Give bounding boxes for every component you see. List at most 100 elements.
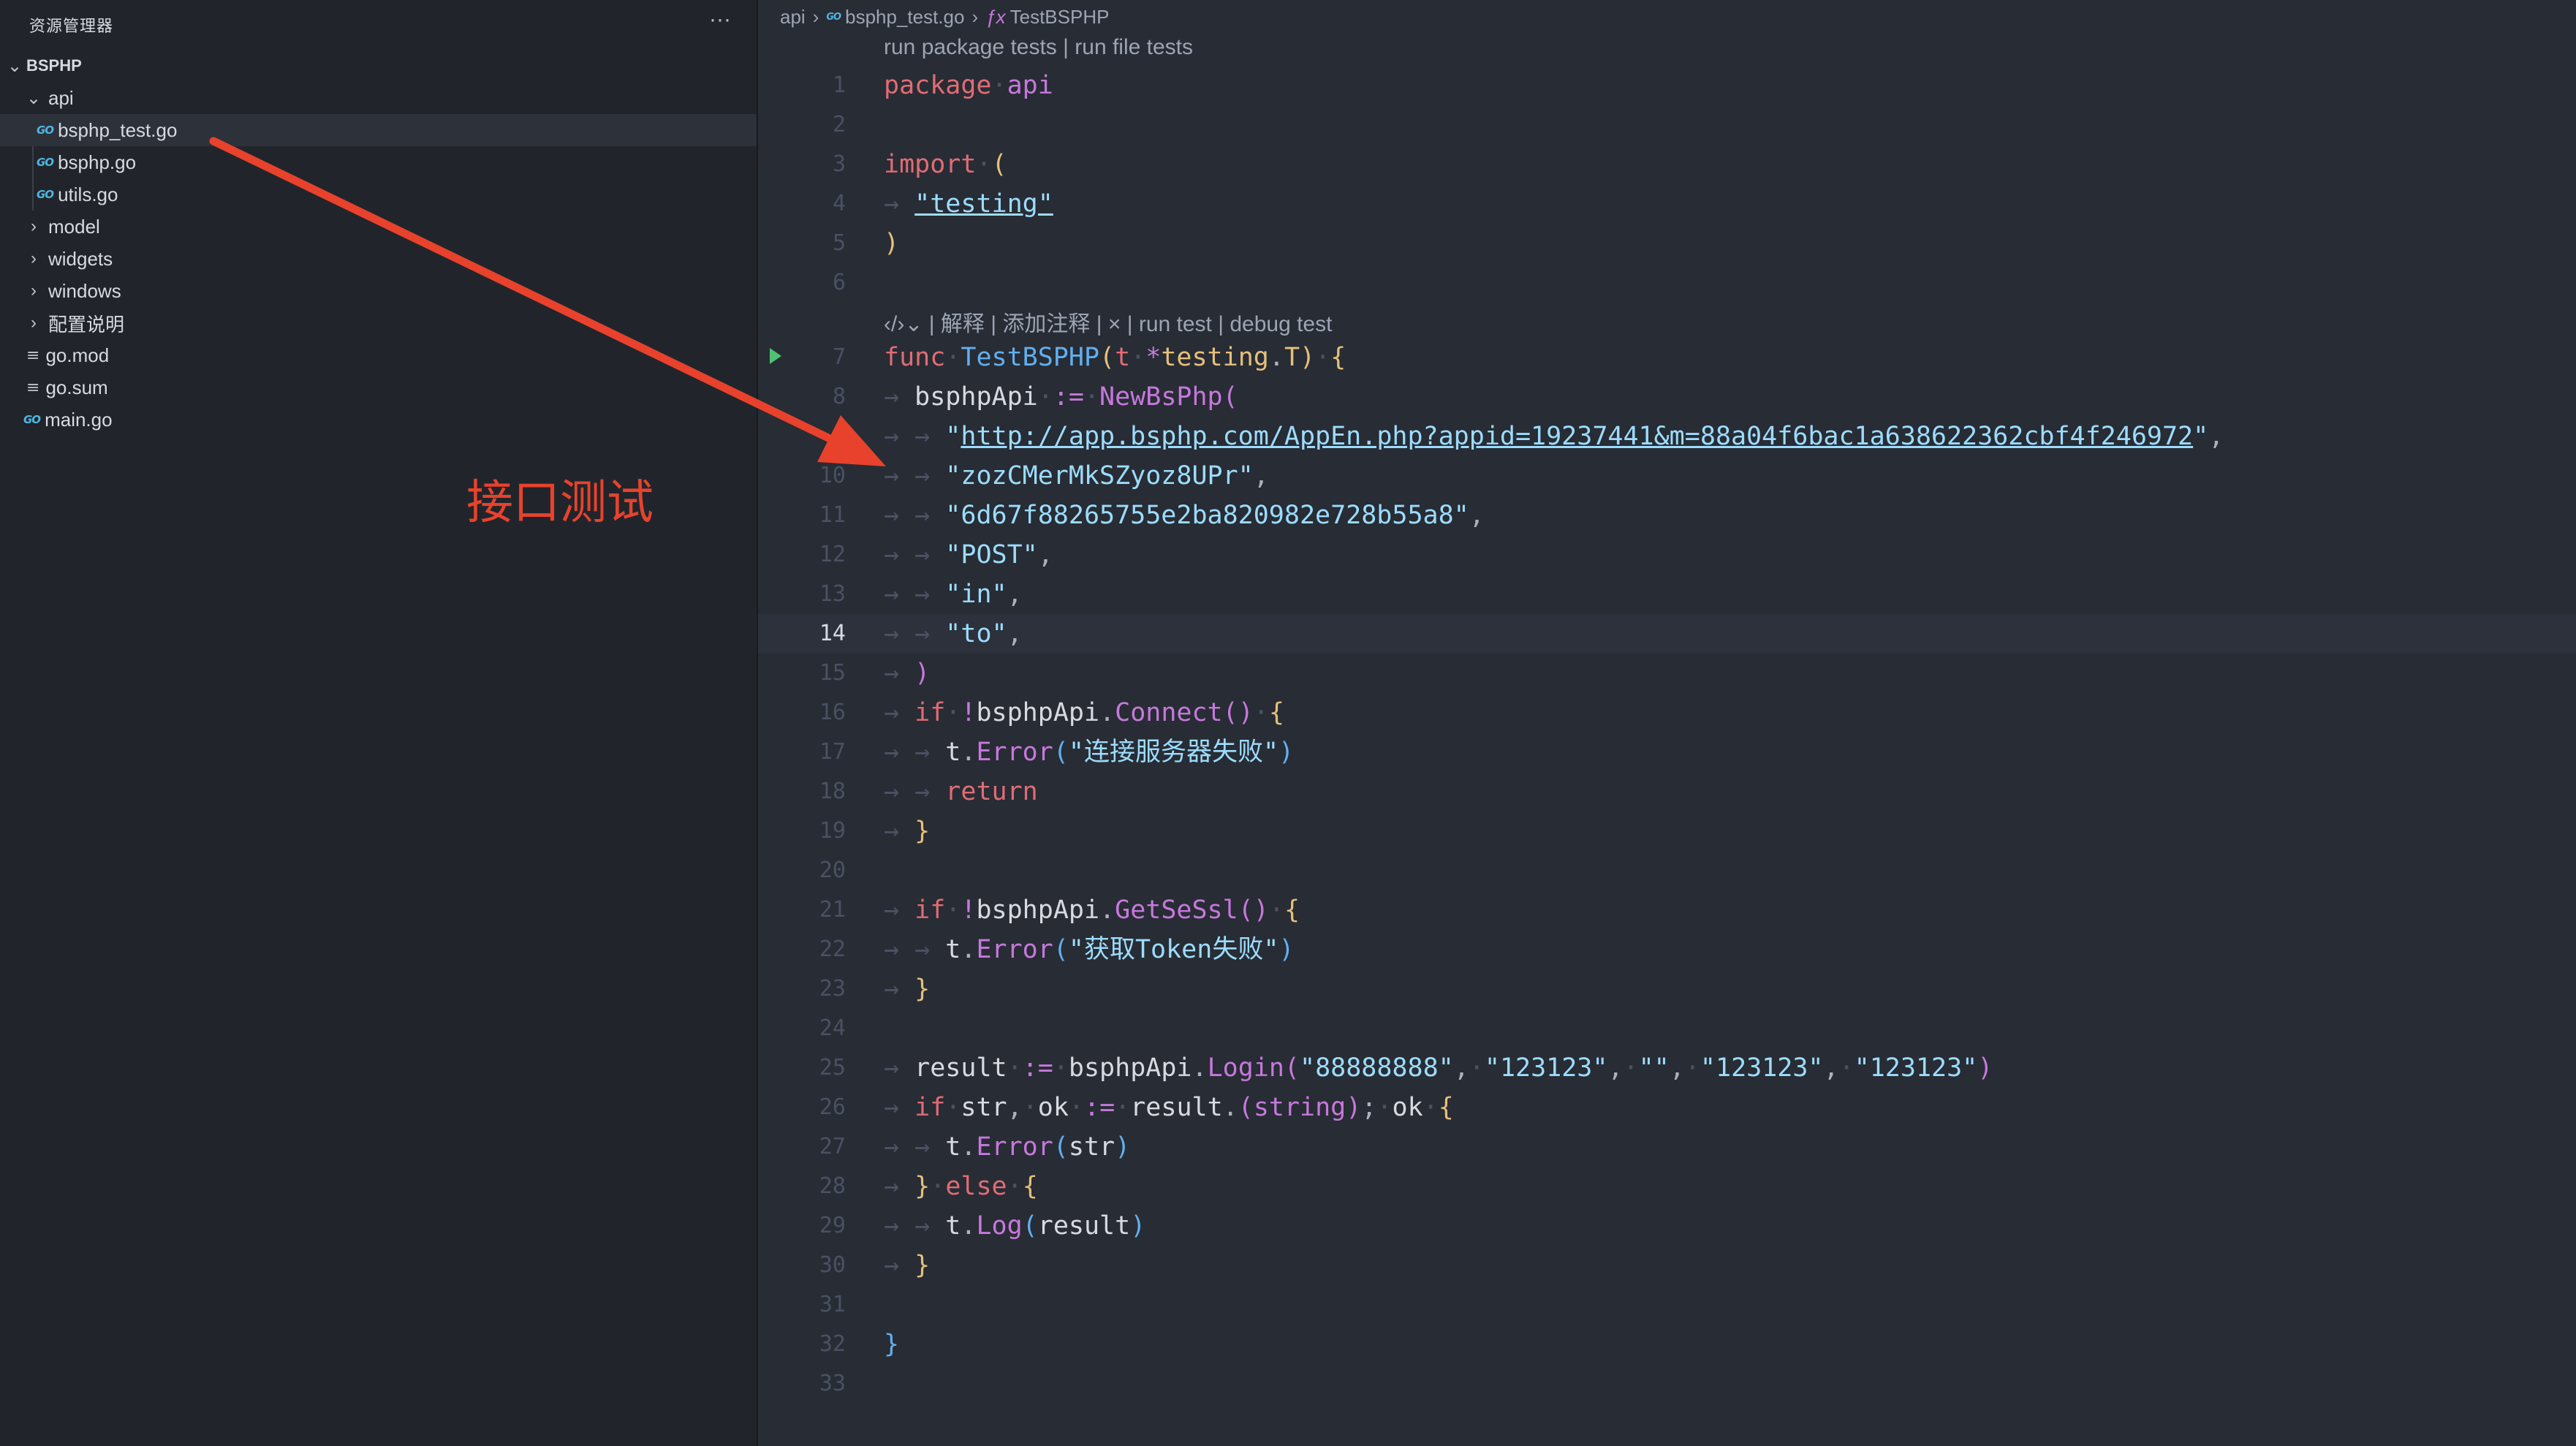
breadcrumb-item[interactable]: bsphp_test.go — [845, 6, 964, 29]
function-icon: ƒx — [985, 5, 1006, 28]
tree-folder-config-notes[interactable]: › 配置说明 — [0, 307, 757, 339]
code-line: 6 — [758, 263, 2576, 303]
chevron-right-icon: › — [31, 281, 37, 300]
code-text: package·api — [884, 71, 1053, 100]
code-line: 33 — [758, 1364, 2576, 1404]
tree-folder-widgets[interactable]: › widgets — [0, 243, 757, 275]
tree-file-bsphp-go[interactable]: GO bsphp.go — [0, 146, 757, 178]
code-text: → → "6d67f88265755e2ba820982e728b55a8", — [884, 501, 1485, 530]
line-number: 19 — [819, 818, 846, 844]
code-line: 26 → if·str,·ok·:=·result.(string);·ok·{ — [758, 1088, 2576, 1127]
code-text: → → return — [884, 777, 1038, 806]
code-text: → → "to", — [884, 619, 1023, 648]
code-text: → → "http://app.bsphp.com/AppEn.php?appi… — [884, 422, 2224, 451]
line-number: 14 — [819, 621, 846, 646]
code-text: → "testing" — [884, 189, 1053, 219]
line-number: 12 — [819, 542, 846, 567]
tree-item-label: main.go — [45, 408, 113, 431]
breadcrumb-item[interactable]: TestBSPHP — [1010, 6, 1110, 29]
go-file-icon: GO — [37, 156, 54, 169]
code-line: 5 ) — [758, 224, 2576, 263]
code-line: 23 → } — [758, 969, 2576, 1009]
breadcrumb-item[interactable]: api — [780, 6, 806, 29]
code-text: → → "in", — [884, 580, 1023, 609]
line-number: 18 — [819, 779, 846, 804]
line-number: 30 — [819, 1252, 846, 1278]
code-line: 16 → if·!bsphpApi.Connect()·{ — [758, 693, 2576, 733]
code-line: 7 func·TestBSPHP(t·*testing.T)·{ — [758, 338, 2576, 377]
tree-file-go-mod[interactable]: ≡ go.mod — [0, 339, 757, 371]
go-file-icon: GO — [23, 413, 41, 426]
code-line: 8 → bsphpApi·:=·NewBsPhp( — [758, 377, 2576, 417]
code-line: 15 → ) — [758, 654, 2576, 693]
chevron-right-icon: › — [971, 5, 979, 28]
file-lines-icon: ≡ — [26, 346, 40, 365]
code-text: → → "POST", — [884, 540, 1053, 569]
code-line: 9 → → "http://app.bsphp.com/AppEn.php?ap… — [758, 417, 2576, 456]
code-text: → ) — [884, 659, 931, 688]
code-text: → → t.Error("连接服务器失败") — [884, 738, 1295, 767]
chevron-right-icon: › — [31, 249, 37, 268]
codelens-run-test[interactable]: ‹/›⌄ | 解释 | 添加注释 | × | run test | debug … — [884, 306, 1332, 338]
tree-item-label: bsphp.go — [58, 151, 137, 173]
tree-item-label: api — [48, 86, 74, 109]
code-line: 31 — [758, 1285, 2576, 1325]
line-number: 10 — [819, 463, 846, 488]
tree-file-utils-go[interactable]: GO utils.go — [0, 178, 757, 211]
code-text: → → t.Error(str) — [884, 1132, 1131, 1162]
line-number: 15 — [819, 660, 846, 686]
tree-folder-api[interactable]: ⌄ api — [0, 82, 757, 114]
code-line: 24 — [758, 1009, 2576, 1048]
code-line: 28 → }·else·{ — [758, 1167, 2576, 1206]
code-line: 4 → "testing" — [758, 184, 2576, 224]
tree-file-bsphp-test-go[interactable]: GO bsphp_test.go — [0, 114, 757, 146]
go-file-icon: GO — [826, 11, 841, 23]
code-line: 2 — [758, 105, 2576, 145]
code-text: → result·:=·bsphpApi.Login("88888888",·"… — [884, 1053, 1993, 1083]
tree-item-label: go.mod — [45, 344, 110, 366]
more-actions-icon[interactable]: ··· — [709, 9, 731, 31]
go-file-icon: GO — [37, 124, 54, 137]
code-line: 27 → → t.Error(str) — [758, 1127, 2576, 1167]
code-text: → if·!bsphpApi.Connect()·{ — [884, 698, 1284, 727]
line-number: 25 — [819, 1055, 846, 1080]
explorer-title: 资源管理器 — [29, 17, 114, 35]
line-number: 8 — [832, 384, 846, 409]
line-number: 28 — [819, 1173, 846, 1199]
code-line: 11 → → "6d67f88265755e2ba820982e728b55a8… — [758, 496, 2576, 535]
explorer-sidebar: 资源管理器 ··· ⌄ BSPHP ⌄ api GO bsphp_test.go… — [0, 0, 758, 1446]
tree-item-label: widgets — [48, 247, 113, 270]
code-text: → if·str,·ok·:=·result.(string);·ok·{ — [884, 1093, 1454, 1122]
code-text: } — [884, 1330, 900, 1359]
tree-file-main-go[interactable]: GO main.go — [0, 404, 757, 436]
code-editor[interactable]: api › GO bsphp_test.go › ƒx TestBSPHP ru… — [758, 0, 2576, 1446]
tree-root-label: BSPHP — [26, 56, 82, 75]
code-line: 3 import·( — [758, 145, 2576, 184]
file-lines-icon: ≡ — [26, 378, 40, 397]
code-text: import·( — [884, 150, 1007, 179]
codelens-run-tests[interactable]: run package tests | run file tests — [884, 35, 1193, 60]
line-number: 24 — [819, 1015, 846, 1041]
annotation-label: 接口测试 — [466, 476, 654, 530]
tree-file-go-sum[interactable]: ≡ go.sum — [0, 371, 757, 404]
code-line: 1 package·api — [758, 66, 2576, 105]
tree-root-bsphp[interactable]: ⌄ BSPHP — [0, 50, 757, 82]
line-number: 17 — [819, 739, 846, 765]
tree-folder-model[interactable]: › model — [0, 211, 757, 243]
go-file-icon: GO — [37, 188, 54, 201]
code-line: 21 → if·!bsphpApi.GetSeSsl()·{ — [758, 890, 2576, 930]
code-line: 22 → → t.Error("获取Token失败") — [758, 930, 2576, 969]
code-line: 30 → } — [758, 1246, 2576, 1285]
line-number: 6 — [832, 270, 846, 295]
code-text: → } — [884, 974, 931, 1004]
line-number: 23 — [819, 976, 846, 1002]
line-number: 29 — [819, 1213, 846, 1238]
code-line-current: 14 → → "to", — [758, 614, 2576, 654]
tree-item-label: utils.go — [58, 183, 118, 205]
tree-folder-windows[interactable]: › windows — [0, 275, 757, 307]
tree-item-label: model — [48, 215, 100, 238]
code-line: 20 — [758, 851, 2576, 890]
tree-item-label: bsphp_test.go — [58, 118, 178, 141]
line-number: 27 — [819, 1134, 846, 1159]
line-number: 2 — [832, 112, 846, 137]
